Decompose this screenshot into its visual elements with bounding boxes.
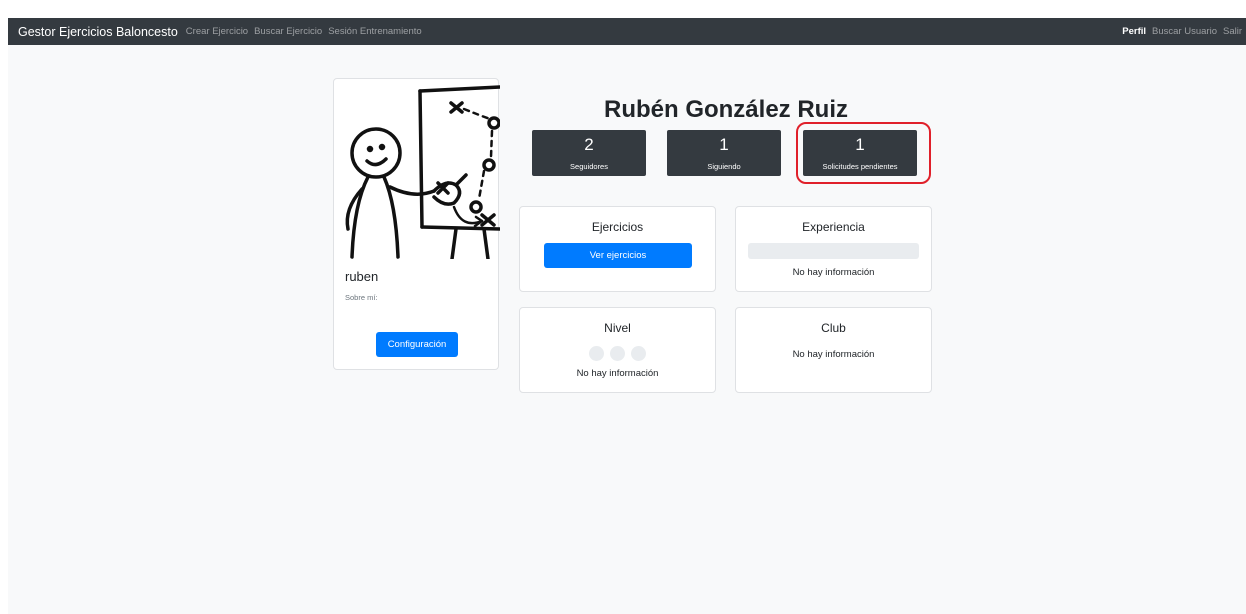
nav-crear-ejercicio[interactable]: Crear Ejercicio xyxy=(186,26,248,37)
card-club-title: Club xyxy=(821,321,846,335)
nav-buscar-ejercicio[interactable]: Buscar Ejercicio xyxy=(254,26,322,37)
nav-salir[interactable]: Salir xyxy=(1223,26,1242,37)
card-club-text: No hay información xyxy=(792,349,875,360)
user-full-name: Rubén González Ruiz xyxy=(603,96,848,123)
profile-username: ruben xyxy=(345,269,379,284)
card-nivel: Nivel No hay información xyxy=(519,307,716,393)
stat-solicitudes-value: 1 xyxy=(855,135,865,154)
page-frame: Gestor Ejercicios Baloncesto Crear Ejerc… xyxy=(8,18,1246,614)
stat-seguidores-value: 2 xyxy=(584,135,594,154)
card-club: Club No hay información xyxy=(735,307,932,393)
card-ejercicios-title: Ejercicios xyxy=(591,220,644,234)
card-experiencia-text: No hay información xyxy=(792,267,875,278)
stat-solicitudes-label: Solicitudes pendientes xyxy=(822,162,898,171)
nav-perfil[interactable]: Perfil xyxy=(1122,26,1146,37)
profile-card: ruben Sobre mí: Configuración xyxy=(333,78,500,370)
nivel-rating-dot xyxy=(589,346,604,361)
experiencia-progress-bar xyxy=(748,243,919,259)
nav-sesion-entrenamiento[interactable]: Sesión Entrenamiento xyxy=(328,26,421,37)
navbar-right: Perfil Buscar Usuario Salir xyxy=(1122,26,1246,37)
card-experiencia-title: Experiencia xyxy=(802,220,865,234)
stat-solicitudes-pendientes[interactable]: 1 Solicitudes pendientes xyxy=(803,130,917,176)
stat-siguiendo[interactable]: 1 Siguiendo xyxy=(667,130,781,176)
coach-whiteboard-illustration xyxy=(345,85,500,259)
nivel-rating xyxy=(520,346,715,361)
avatar xyxy=(334,79,500,259)
card-experiencia: Experiencia No hay información xyxy=(735,206,932,292)
nivel-rating-dot xyxy=(631,346,646,361)
configuracion-button[interactable]: Configuración xyxy=(376,332,458,357)
stat-seguidores[interactable]: 2 Seguidores xyxy=(532,130,646,176)
card-nivel-title: Nivel xyxy=(604,321,631,335)
card-ejercicios: Ejercicios Ver ejercicios xyxy=(519,206,716,292)
stat-siguiendo-label: Siguiendo xyxy=(707,162,741,171)
nivel-rating-dot xyxy=(610,346,625,361)
stat-siguiendo-value: 1 xyxy=(719,135,729,154)
ver-ejercicios-button[interactable]: Ver ejercicios xyxy=(544,243,692,268)
card-nivel-text: No hay información xyxy=(576,368,659,379)
top-navbar: Gestor Ejercicios Baloncesto Crear Ejerc… xyxy=(8,18,1246,45)
nav-buscar-usuario[interactable]: Buscar Usuario xyxy=(1152,26,1217,37)
profile-about-label: Sobre mí: xyxy=(345,293,378,302)
stat-seguidores-label: Seguidores xyxy=(570,162,608,171)
brand-link[interactable]: Gestor Ejercicios Baloncesto xyxy=(18,25,178,39)
